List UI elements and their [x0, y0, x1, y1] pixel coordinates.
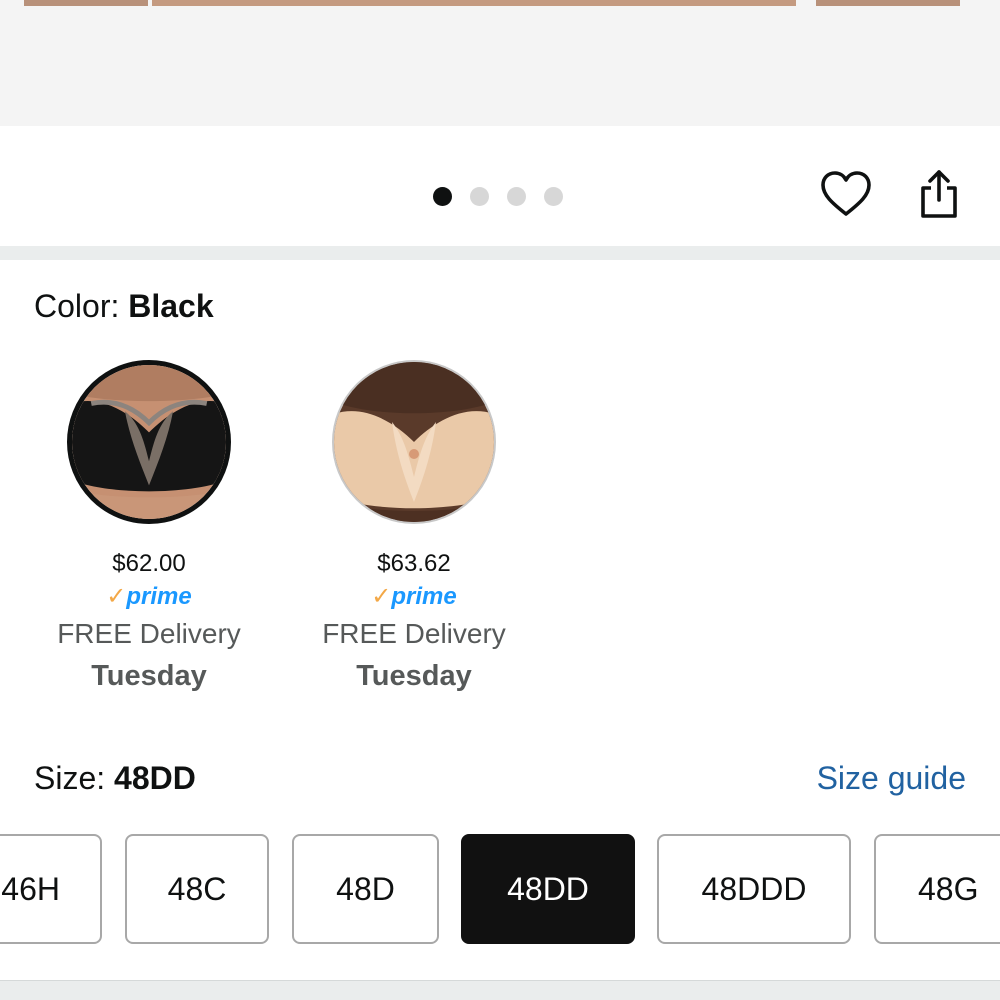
size-option-48dd[interactable]: 48DD [461, 834, 635, 944]
swatch-image [332, 360, 496, 524]
share-icon [921, 170, 957, 218]
product-thumbnail-black [72, 365, 226, 519]
color-label: Color: Black [34, 288, 214, 325]
section-divider [0, 246, 1000, 260]
prime-word: prime [391, 583, 457, 610]
prime-badge: ✓prime [304, 580, 524, 614]
size-label: Size: 48DD [34, 760, 196, 797]
product-image-area[interactable] [0, 0, 1000, 126]
product-image-edge [152, 0, 796, 6]
carousel-dot-1[interactable] [433, 186, 452, 206]
prime-badge: ✓prime [39, 580, 259, 614]
color-label-prefix: Color: [34, 288, 129, 324]
selected-size: 48DD [114, 760, 196, 796]
color-swatch-black[interactable]: $62.00 ✓prime FREE Delivery Tuesday [39, 360, 259, 696]
product-image-edge [816, 0, 960, 6]
carousel-dot-4[interactable] [544, 186, 563, 206]
size-option-46h[interactable]: 46H [0, 834, 102, 944]
delivery-day: Tuesday [356, 660, 472, 692]
image-carousel-dots[interactable] [433, 186, 563, 206]
delivery-text: FREE Delivery [57, 618, 241, 649]
share-button[interactable] [914, 166, 964, 222]
delivery-text: FREE Delivery [322, 618, 506, 649]
prime-check-icon: ✓ [371, 583, 392, 610]
size-option-48c[interactable]: 48C [125, 834, 269, 944]
size-option-48d[interactable]: 48D [292, 834, 439, 944]
product-thumbnail-nude [334, 362, 494, 522]
swatch-price: $62.00 [112, 550, 186, 577]
product-image-edge [24, 0, 148, 6]
carousel-dot-3[interactable] [507, 186, 526, 206]
bottom-divider [0, 980, 1000, 1000]
heart-outline-icon [821, 171, 871, 216]
carousel-dot-2[interactable] [470, 186, 489, 206]
swatch-price: $63.62 [377, 550, 451, 577]
prime-word: prime [126, 583, 192, 610]
add-to-list-button[interactable] [818, 168, 874, 220]
size-guide-link[interactable]: Size guide [817, 760, 966, 797]
delivery-day: Tuesday [91, 660, 207, 692]
size-option-48ddd[interactable]: 48DDD [657, 834, 851, 944]
size-label-prefix: Size: [34, 760, 115, 796]
selected-color: Black [128, 288, 214, 324]
size-option-48g[interactable]: 48G [874, 834, 1000, 944]
color-swatch-nude[interactable]: $63.62 ✓prime FREE Delivery Tuesday [304, 360, 524, 696]
prime-check-icon: ✓ [106, 583, 127, 610]
swatch-image [67, 360, 231, 524]
